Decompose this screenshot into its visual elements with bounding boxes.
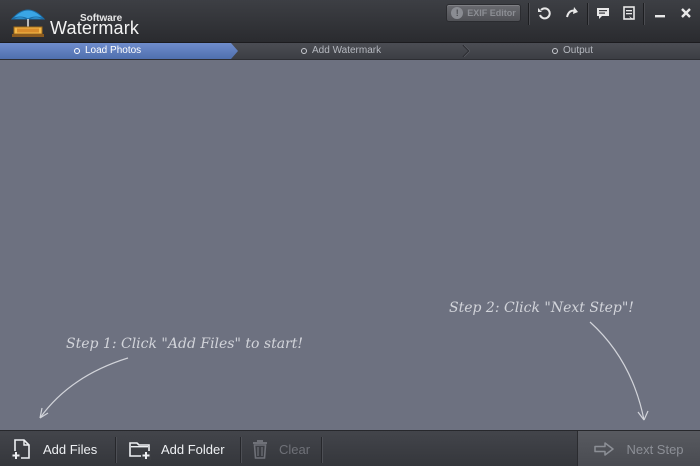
add-file-icon (11, 439, 30, 460)
trash-icon (253, 440, 267, 459)
redo-button[interactable] (559, 2, 585, 24)
feedback-icon (597, 8, 609, 19)
undo-icon (538, 7, 551, 20)
step-dot-icon (552, 48, 558, 54)
step-dot-icon (301, 48, 307, 54)
add-folder-icon (129, 442, 151, 460)
divider (587, 3, 588, 25)
step-label: Load Photos (85, 45, 142, 56)
warning-icon: ! (451, 7, 464, 19)
step-dot-icon (74, 48, 80, 54)
close-button[interactable] (673, 2, 699, 24)
feedback-button[interactable] (590, 2, 616, 24)
step-label: Output (563, 45, 594, 56)
hint-arrow-next-step (589, 321, 649, 421)
divider (643, 3, 644, 25)
bottom-toolbar: Add Files Add Folder Clear Next Step (0, 430, 700, 466)
divider (321, 437, 322, 463)
arrow-right-icon (594, 442, 615, 456)
photo-drop-area[interactable]: Step 1: Click "Add Files" to start! Step… (0, 60, 700, 430)
add-folder-label: Add Folder (161, 441, 225, 457)
steps-bar: Load Photos Add Watermark Output (0, 43, 700, 60)
exif-editor-label: EXIF Editor (467, 8, 516, 18)
step-label: Add Watermark (312, 45, 382, 56)
divider (528, 3, 529, 25)
redo-icon (566, 7, 578, 18)
register-button[interactable] (616, 2, 642, 24)
undo-button[interactable] (531, 2, 557, 24)
add-files-label: Add Files (43, 441, 98, 457)
register-icon (623, 6, 635, 20)
divider (115, 437, 116, 463)
minimize-icon (655, 15, 665, 18)
clear-button[interactable]: Clear (251, 431, 310, 466)
app-logo-icon (10, 9, 46, 37)
add-files-button[interactable]: Add Files (11, 431, 97, 466)
chevron-right-icon (462, 45, 470, 57)
step-load-photos[interactable]: Load Photos (74, 43, 141, 59)
add-folder-button[interactable]: Add Folder (129, 431, 225, 466)
app-name: Watermark (50, 18, 140, 38)
clear-label: Clear (279, 441, 311, 457)
exif-editor-button[interactable]: ! EXIF Editor (446, 4, 521, 22)
step-add-watermark[interactable]: Add Watermark (301, 43, 381, 59)
step-output[interactable]: Output (552, 43, 593, 59)
next-step-button[interactable]: Next Step (577, 431, 700, 466)
title-bar: Software Watermark ! EXIF Editor (0, 0, 700, 43)
hint-arrows (39, 321, 649, 421)
divider (240, 437, 241, 463)
next-step-label: Next Step (626, 441, 684, 457)
app-window: Software Watermark ! EXIF Editor Load Ph… (0, 0, 700, 466)
hint-arrow-add-files (39, 357, 129, 419)
close-icon (681, 8, 691, 18)
minimize-button[interactable] (647, 2, 673, 24)
